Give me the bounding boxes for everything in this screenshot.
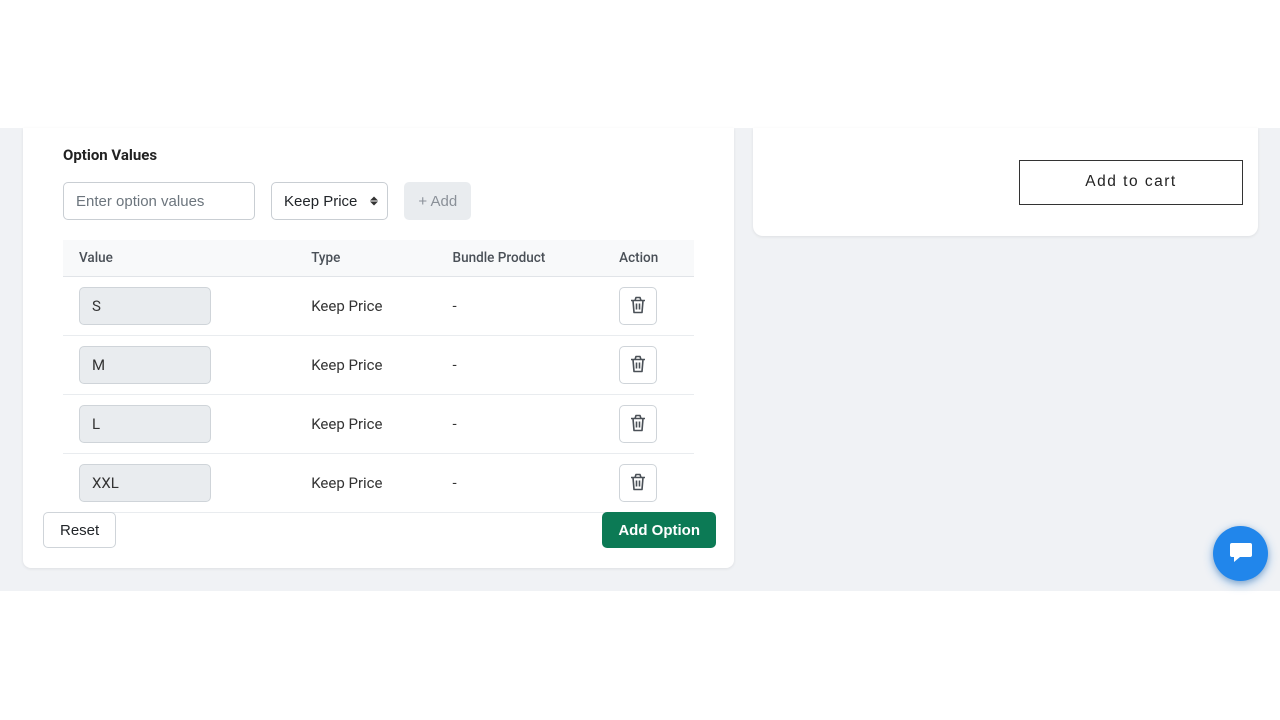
row-bundle: - bbox=[437, 277, 604, 336]
delete-row-button[interactable] bbox=[619, 287, 657, 325]
row-type: Keep Price bbox=[295, 395, 436, 454]
option-values-input-row: Keep Price + Add bbox=[63, 182, 694, 220]
value-pill[interactable]: S bbox=[79, 287, 211, 325]
price-type-select-button[interactable]: Keep Price bbox=[271, 182, 388, 220]
delete-row-button[interactable] bbox=[619, 405, 657, 443]
delete-row-button[interactable] bbox=[619, 464, 657, 502]
row-type: Keep Price bbox=[295, 336, 436, 395]
row-bundle: - bbox=[437, 336, 604, 395]
price-type-select[interactable]: Keep Price bbox=[271, 182, 388, 220]
trash-icon bbox=[630, 414, 646, 435]
col-header-value: Value bbox=[63, 240, 295, 277]
row-type: Keep Price bbox=[295, 277, 436, 336]
col-header-action: Action bbox=[603, 240, 694, 277]
value-pill[interactable]: L bbox=[79, 405, 211, 443]
row-bundle: - bbox=[437, 395, 604, 454]
reset-button[interactable]: Reset bbox=[43, 512, 116, 548]
row-bundle: - bbox=[437, 454, 604, 513]
option-values-title: Option Values bbox=[63, 146, 694, 164]
option-value-input[interactable] bbox=[63, 182, 255, 220]
trash-icon bbox=[630, 296, 646, 317]
add-value-button[interactable]: + Add bbox=[404, 182, 471, 220]
table-row: M Keep Price - bbox=[63, 336, 694, 395]
chat-launcher[interactable] bbox=[1213, 526, 1268, 581]
trash-icon bbox=[630, 355, 646, 376]
option-values-table: Value Type Bundle Product Action S Keep … bbox=[63, 240, 694, 513]
col-header-type: Type bbox=[295, 240, 436, 277]
option-values-card: Option Values Keep Price + Add Value Typ… bbox=[23, 128, 734, 568]
price-type-select-label: Keep Price bbox=[284, 193, 357, 210]
col-header-bundle: Bundle Product bbox=[437, 240, 604, 277]
trash-icon bbox=[630, 473, 646, 494]
add-option-button[interactable]: Add Option bbox=[602, 512, 716, 548]
add-to-cart-button[interactable]: Add to cart bbox=[1019, 160, 1243, 205]
table-row: L Keep Price - bbox=[63, 395, 694, 454]
delete-row-button[interactable] bbox=[619, 346, 657, 384]
table-row: S Keep Price - bbox=[63, 277, 694, 336]
chat-icon bbox=[1228, 540, 1254, 568]
value-pill[interactable]: M bbox=[79, 346, 211, 384]
value-pill[interactable]: XXL bbox=[79, 464, 211, 502]
row-type: Keep Price bbox=[295, 454, 436, 513]
card-footer: Reset Add Option bbox=[43, 512, 716, 548]
cart-card: Add to cart bbox=[753, 128, 1258, 236]
table-row: XXL Keep Price - bbox=[63, 454, 694, 513]
